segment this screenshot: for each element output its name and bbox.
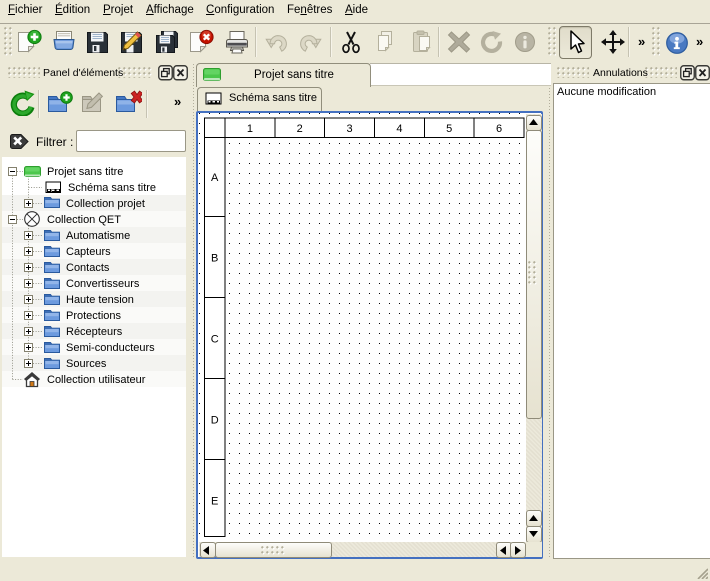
svg-text:A: A — [211, 172, 219, 184]
svg-text:Collection projet: Collection projet — [66, 198, 145, 210]
svg-text:Semi-conducteurs: Semi-conducteurs — [66, 342, 155, 354]
svg-text:Convertisseurs: Convertisseurs — [66, 278, 140, 290]
svg-text:Projet sans titre: Projet sans titre — [47, 166, 123, 178]
svg-text:C: C — [211, 334, 219, 346]
svg-text:Collection QET: Collection QET — [47, 214, 121, 226]
svg-text:Capteurs: Capteurs — [66, 246, 111, 258]
svg-text:Haute tension: Haute tension — [66, 294, 134, 306]
svg-text:D: D — [211, 415, 219, 427]
svg-text:Contacts: Contacts — [66, 262, 110, 274]
svg-text:1: 1 — [247, 123, 253, 135]
svg-text:Schéma sans titre: Schéma sans titre — [68, 182, 156, 194]
svg-text:6: 6 — [496, 123, 502, 135]
svg-text:Récepteurs: Récepteurs — [66, 326, 123, 338]
svg-text:B: B — [211, 253, 218, 265]
svg-text:Protections: Protections — [66, 310, 122, 322]
svg-text:E: E — [211, 496, 218, 508]
svg-text:Collection utilisateur: Collection utilisateur — [47, 374, 146, 386]
svg-text:3: 3 — [347, 123, 353, 135]
svg-text:5: 5 — [446, 123, 452, 135]
svg-text:Automatisme: Automatisme — [66, 230, 130, 242]
svg-text:2: 2 — [297, 123, 303, 135]
svg-text:Sources: Sources — [66, 358, 107, 370]
svg-text:4: 4 — [396, 123, 402, 135]
